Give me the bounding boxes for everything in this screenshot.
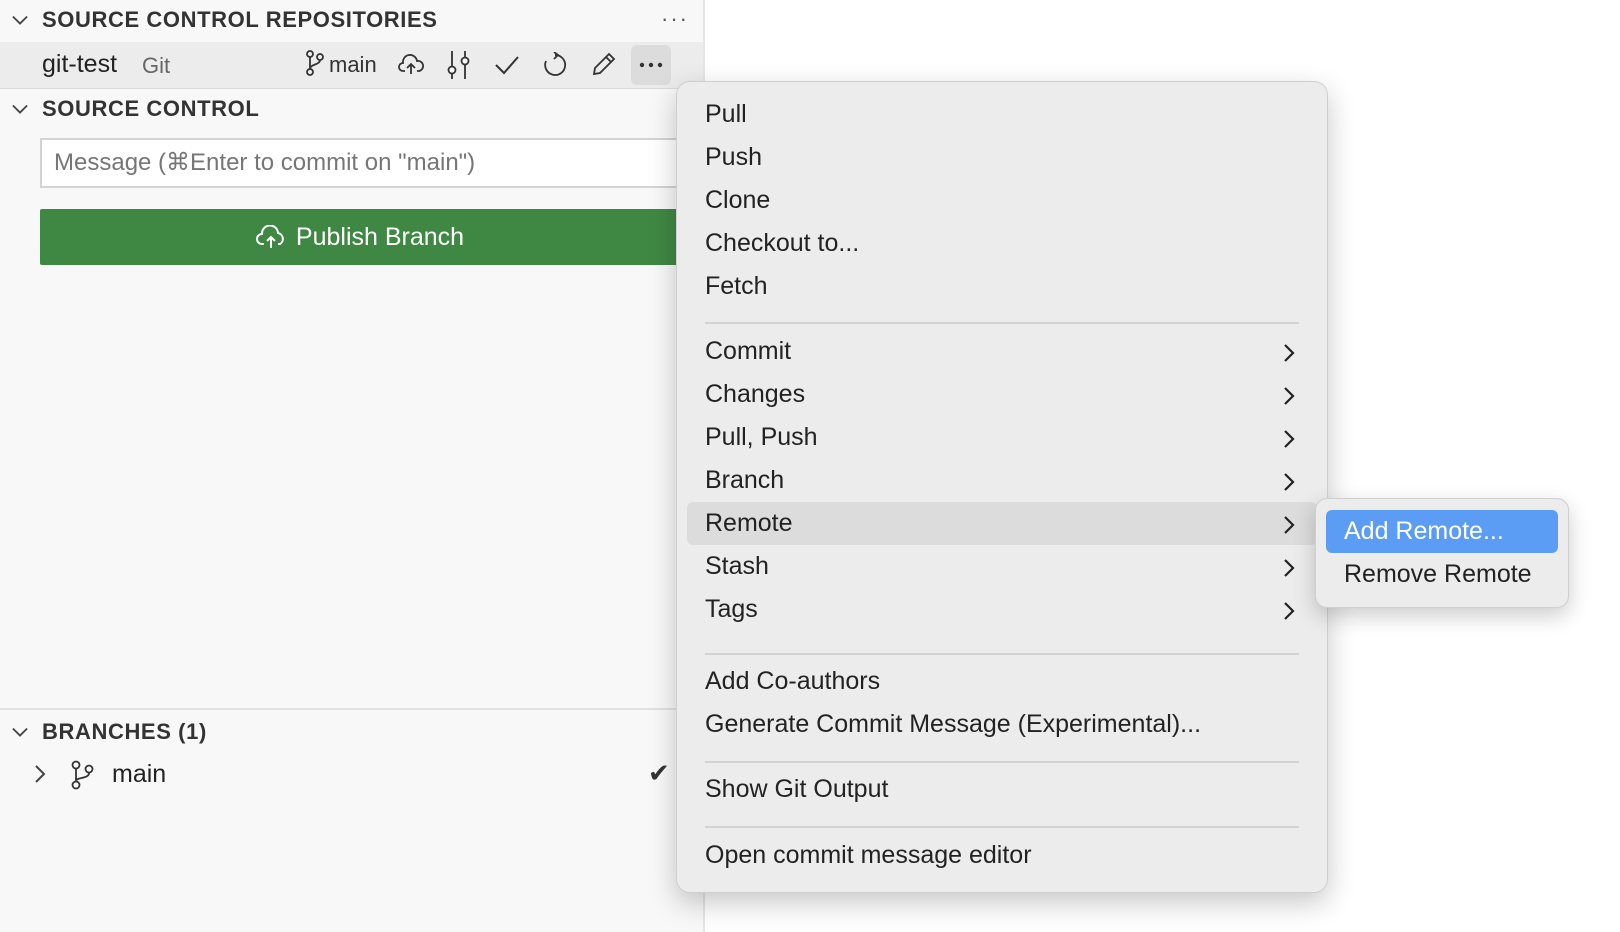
edit-button[interactable] <box>583 45 623 85</box>
submenu-item-label: Add Remote... <box>1344 517 1504 545</box>
cloud-upload-icon <box>255 225 284 248</box>
remote-submenu: Add Remote... Remove Remote <box>1315 498 1569 608</box>
chevron-right-icon <box>1283 386 1295 411</box>
chevron-down-icon <box>12 12 28 28</box>
menu-separator <box>705 653 1299 655</box>
menu-item-open-commit-editor[interactable]: Open commit message editor <box>687 834 1317 877</box>
menu-item-pull[interactable]: Pull <box>687 93 1317 136</box>
section-divider <box>0 708 703 710</box>
submenu-item-add-remote[interactable]: Add Remote... <box>1326 510 1558 553</box>
publish-branch-button[interactable]: Publish Branch <box>40 209 680 265</box>
cloud-upload-icon <box>397 54 424 74</box>
menu-item-push[interactable]: Push <box>687 136 1317 179</box>
submenu-item-label: Remove Remote <box>1344 560 1532 588</box>
menu-item-branch[interactable]: Branch <box>687 459 1317 502</box>
repository-kind: Git <box>142 53 171 78</box>
repositories-section-header[interactable]: SOURCE CONTROL REPOSITORIES ··· <box>0 0 703 40</box>
menu-item-clone[interactable]: Clone <box>687 179 1317 222</box>
menu-item-commit[interactable]: Commit <box>687 330 1317 373</box>
menu-item-label: Pull <box>705 100 747 128</box>
source-control-section-header[interactable]: SOURCE CONTROL <box>0 89 703 129</box>
chevron-right-icon[interactable] <box>34 764 46 789</box>
branch-switch-button[interactable]: main <box>305 49 377 81</box>
branches-section-title: BRANCHES (1) <box>42 719 207 744</box>
repository-name: git-test <box>42 50 118 78</box>
chevron-down-icon <box>12 101 28 117</box>
more-actions-button[interactable] <box>630 45 671 85</box>
menu-item-pull-push[interactable]: Pull, Push <box>687 416 1317 459</box>
graph-button[interactable] <box>439 45 479 85</box>
menu-item-label: Generate Commit Message (Experimental)..… <box>705 710 1202 738</box>
current-branch-check-icon: ✔ <box>648 758 670 788</box>
menu-item-label: Stash <box>705 552 769 580</box>
commit-button[interactable] <box>487 45 527 85</box>
branch-icon <box>305 49 325 81</box>
branch-icon <box>70 760 96 795</box>
branch-name: main <box>112 760 167 788</box>
menu-item-label: Branch <box>705 466 785 494</box>
menu-separator <box>705 322 1299 324</box>
menu-item-label: Push <box>705 143 762 171</box>
chevron-right-icon <box>1283 558 1295 583</box>
refresh-icon <box>544 52 566 76</box>
ellipsis-icon <box>639 62 662 68</box>
menu-item-add-co-authors[interactable]: Add Co-authors <box>687 660 1317 703</box>
menu-item-label: Commit <box>705 337 792 365</box>
more-actions-icon[interactable]: ··· <box>661 6 689 32</box>
publish-cloud-button[interactable] <box>391 45 431 85</box>
pencil-icon <box>592 52 615 76</box>
branch-name: main <box>329 52 377 77</box>
menu-item-label: Show Git Output <box>705 775 889 803</box>
repository-row[interactable]: git-test Git main <box>0 42 703 89</box>
menu-item-label: Fetch <box>705 272 768 300</box>
menu-item-label: Pull, Push <box>705 423 818 451</box>
git-context-menu: Pull Push Clone Checkout to... Fetch Com… <box>676 81 1328 893</box>
menu-item-tags[interactable]: Tags <box>687 588 1317 631</box>
chevron-down-icon <box>12 724 28 740</box>
menu-item-stash[interactable]: Stash <box>687 545 1317 588</box>
chevron-right-icon <box>1283 343 1295 368</box>
chevron-right-icon <box>1283 601 1295 626</box>
menu-item-changes[interactable]: Changes <box>687 373 1317 416</box>
repositories-section-title: SOURCE CONTROL REPOSITORIES <box>42 7 438 32</box>
menu-item-remote[interactable]: Remote <box>687 502 1317 545</box>
menu-item-generate-commit-message[interactable]: Generate Commit Message (Experimental)..… <box>687 703 1317 746</box>
menu-item-checkout[interactable]: Checkout to... <box>687 222 1317 265</box>
menu-item-show-git-output[interactable]: Show Git Output <box>687 768 1317 811</box>
branches-section-header[interactable]: BRANCHES (1) <box>0 712 703 752</box>
menu-item-label: Open commit message editor <box>705 841 1032 869</box>
publish-branch-label: Publish Branch <box>295 222 465 251</box>
chevron-right-icon <box>1283 429 1295 454</box>
menu-separator <box>705 826 1299 828</box>
repository-actions: main <box>305 45 679 85</box>
menu-item-label: Changes <box>705 380 806 408</box>
source-control-section-title: SOURCE CONTROL <box>42 96 260 121</box>
menu-item-label: Tags <box>705 595 758 623</box>
git-graph-icon <box>447 51 470 79</box>
source-control-sidebar: SOURCE CONTROL REPOSITORIES ··· git-test… <box>0 0 705 932</box>
refresh-button[interactable] <box>535 45 575 85</box>
commit-message-input[interactable] <box>40 138 680 188</box>
menu-item-label: Remote <box>705 509 793 537</box>
chevron-right-icon <box>1283 472 1295 497</box>
branch-list-item[interactable]: main ✔ <box>0 752 703 798</box>
menu-item-label: Clone <box>705 186 771 214</box>
menu-separator <box>705 761 1299 763</box>
menu-item-fetch[interactable]: Fetch <box>687 265 1317 308</box>
menu-item-label: Checkout to... <box>705 229 860 257</box>
check-icon <box>494 56 519 75</box>
chevron-right-icon <box>1283 515 1295 540</box>
menu-item-label: Add Co-authors <box>705 667 881 695</box>
submenu-item-remove-remote[interactable]: Remove Remote <box>1326 553 1558 596</box>
